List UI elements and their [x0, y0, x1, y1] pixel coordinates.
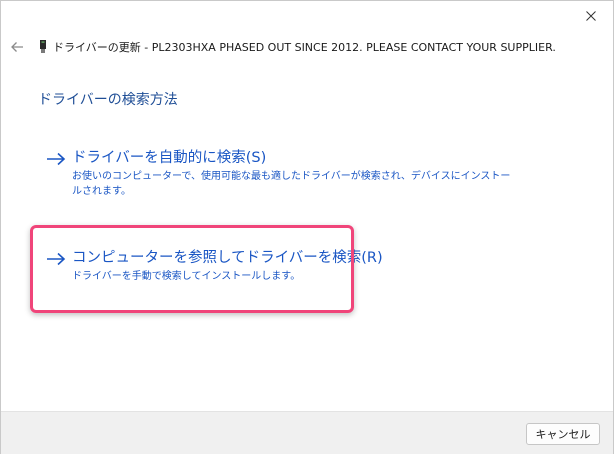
dialog-header: ドライバーの更新 - PL2303HXA PHASED OUT SINCE 20…	[9, 38, 556, 56]
update-driver-dialog: ドライバーの更新 - PL2303HXA PHASED OUT SINCE 20…	[0, 0, 614, 454]
page-title: ドライバーの検索方法	[38, 92, 178, 108]
option-label: ドライバーを自動的に検索(S)	[72, 150, 267, 166]
search-automatically-option[interactable]: ドライバーを自動的に検索(S) お使いのコンピューターで、使用可能な最も適したド…	[46, 148, 512, 199]
arrow-right-icon	[46, 250, 66, 268]
option-description: ドライバーを手動で検索してインストールします。	[72, 271, 301, 282]
option-description: お使いのコンピューターで、使用可能な最も適したドライバーが検索され、デバイスにイ…	[72, 171, 511, 197]
dialog-footer: キャンセル	[1, 411, 613, 454]
close-button[interactable]	[579, 5, 603, 27]
usb-device-icon	[39, 40, 47, 54]
option-label: コンピューターを参照してドライバーを検索(R)	[72, 250, 383, 266]
close-icon	[586, 11, 596, 21]
back-button[interactable]	[9, 39, 25, 55]
arrow-right-icon	[46, 150, 66, 168]
cancel-button[interactable]: キャンセル	[526, 423, 600, 445]
back-arrow-icon	[11, 42, 23, 52]
window-title: ドライバーの更新 - PL2303HXA PHASED OUT SINCE 20…	[53, 41, 556, 54]
browse-computer-option[interactable]: コンピューターを参照してドライバーを検索(R) ドライバーを手動で検索してインス…	[46, 248, 383, 284]
